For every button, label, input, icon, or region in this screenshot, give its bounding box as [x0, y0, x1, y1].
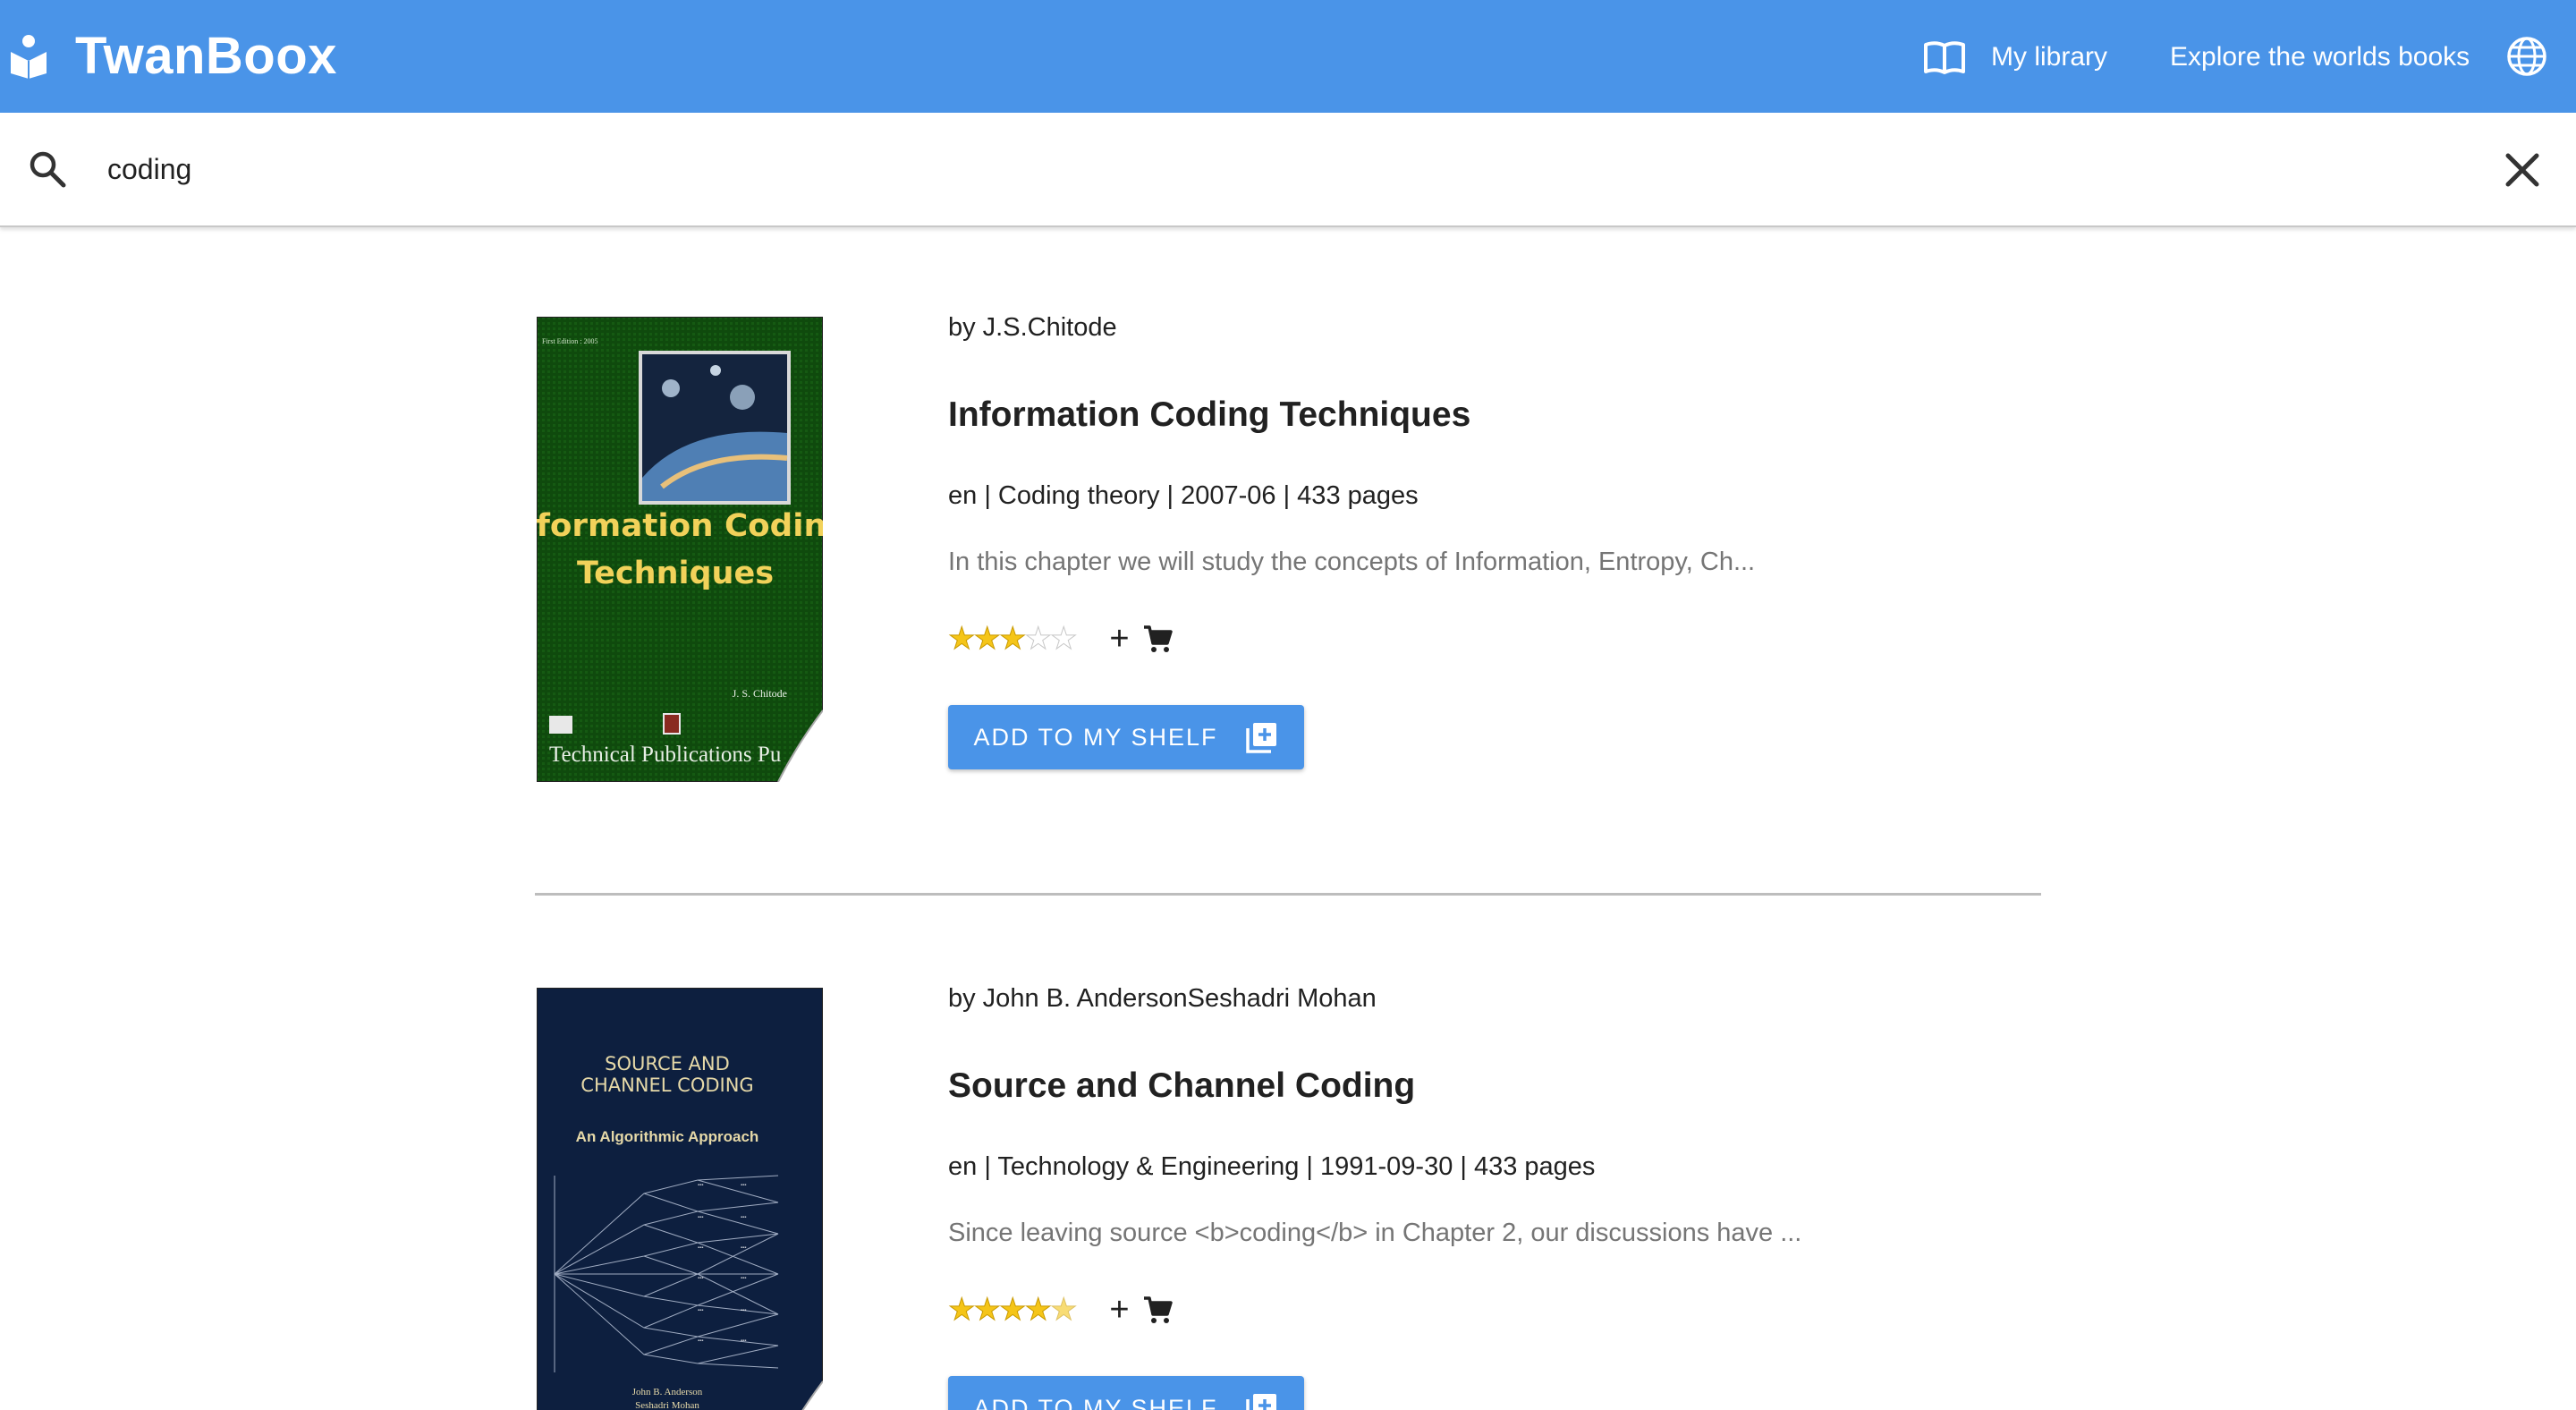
shopping-cart-icon[interactable] — [1142, 624, 1173, 654]
svg-text:▪▪▪: ▪▪▪ — [698, 1183, 703, 1188]
star-full-icon: ★ — [1024, 1293, 1053, 1328]
search-bar — [0, 113, 2576, 227]
svg-text:▪▪▪: ▪▪▪ — [741, 1245, 746, 1251]
star-half-icon: ★ — [1049, 1293, 1078, 1328]
add-to-shelf-label: ADD TO MY SHELF — [973, 723, 1218, 751]
star-full-icon: ★ — [973, 622, 1002, 657]
svg-text:▪▪▪: ▪▪▪ — [741, 1276, 746, 1281]
open-book-icon — [1924, 41, 1965, 74]
cover-author: J. S. Chitode — [733, 687, 787, 700]
cover-title-line2: Techniques — [577, 556, 774, 591]
nav-explore[interactable]: Explore the worlds books — [2170, 36, 2470, 79]
star-empty-icon: ★ — [1024, 622, 1053, 657]
star-full-icon: ★ — [998, 1293, 1027, 1328]
result-divider — [535, 893, 2041, 896]
svg-text:▪▪▪: ▪▪▪ — [698, 1215, 703, 1220]
star-empty-icon: ★ — [1049, 622, 1078, 657]
add-to-shelf-button[interactable]: ADD TO MY SHELF — [948, 705, 1304, 769]
book-meta: en | Coding theory | 2007-06 | 433 pages — [948, 481, 1419, 510]
star-rating: ★ ★ ★ ★ ★ — [947, 621, 1078, 657]
add-quantity-button[interactable]: + — [1109, 1292, 1129, 1328]
svg-text:▪▪▪: ▪▪▪ — [698, 1308, 703, 1313]
close-icon[interactable] — [2501, 149, 2544, 191]
svg-text:▪▪▪: ▪▪▪ — [741, 1183, 746, 1188]
svg-text:▪▪▪: ▪▪▪ — [698, 1245, 703, 1251]
book-cover-image[interactable]: First Edition : 2005 Information Coding … — [537, 317, 823, 782]
cover-publisher: Technical Publications Pu — [549, 743, 782, 767]
nav-explore-label: Explore the worlds books — [2170, 42, 2470, 72]
book-title[interactable]: Source and Channel Coding — [948, 1066, 1415, 1106]
rating-row: ★ ★ ★ ★ ★ + — [947, 621, 1173, 657]
cover-subtitle: An Algorithmic Approach — [576, 1128, 759, 1145]
book-meta: en | Technology & Engineering | 1991-09-… — [948, 1152, 1596, 1181]
nav-my-library-label: My library — [1991, 42, 2108, 72]
star-full-icon: ★ — [998, 622, 1027, 657]
cover-title-line2: CHANNEL CODING — [580, 1074, 753, 1096]
star-full-icon: ★ — [973, 1293, 1002, 1328]
nav-my-library[interactable]: My library — [1923, 36, 2107, 79]
brand-title[interactable]: TwanBoox — [75, 23, 337, 89]
cover-edition: First Edition : 2005 — [542, 337, 597, 345]
star-rating: ★ ★ ★ ★ ★ — [947, 1292, 1078, 1328]
book-author: by J.S.Chitode — [948, 313, 1117, 342]
rating-row: ★ ★ ★ ★ ★ + — [947, 1292, 1173, 1328]
search-input[interactable] — [107, 141, 2433, 197]
svg-text:▪▪▪: ▪▪▪ — [741, 1215, 746, 1220]
add-to-shelf-button[interactable]: ADD TO MY SHELF — [948, 1376, 1304, 1410]
library-add-icon — [1245, 1394, 1276, 1410]
cover-title-line1: Information Coding — [537, 507, 823, 544]
add-to-shelf-label: ADD TO MY SHELF — [973, 1394, 1218, 1410]
app-bar: TwanBoox My library Explore the worlds b… — [0, 0, 2576, 113]
svg-text:▪▪▪: ▪▪▪ — [741, 1308, 746, 1313]
cover-author-1: John B. Anderson — [632, 1387, 703, 1397]
book-snippet: In this chapter we will study the concep… — [948, 548, 1756, 576]
cover-title-line1: SOURCE AND — [605, 1053, 730, 1074]
book-snippet: Since leaving source <b>coding</b> in Ch… — [948, 1219, 1802, 1247]
star-full-icon: ★ — [947, 622, 976, 657]
shopping-cart-icon[interactable] — [1142, 1295, 1173, 1325]
book-title[interactable]: Information Coding Techniques — [948, 395, 1470, 435]
book-author: by John B. AndersonSeshadri Mohan — [948, 984, 1377, 1013]
svg-text:▪▪▪: ▪▪▪ — [741, 1338, 746, 1344]
svg-text:▪▪▪: ▪▪▪ — [698, 1276, 703, 1281]
library-add-icon — [1245, 723, 1276, 753]
add-quantity-button[interactable]: + — [1109, 621, 1129, 657]
book-cover-image[interactable]: SOURCE AND CHANNEL CODING An Algorithmic… — [537, 988, 823, 1410]
book-reader-logo-icon[interactable] — [9, 34, 48, 79]
svg-text:▪▪▪: ▪▪▪ — [698, 1338, 703, 1344]
search-icon[interactable] — [27, 149, 68, 190]
globe-icon[interactable] — [2506, 36, 2547, 77]
cover-author-2: Seshadri Mohan — [635, 1400, 699, 1410]
star-full-icon: ★ — [947, 1293, 976, 1328]
